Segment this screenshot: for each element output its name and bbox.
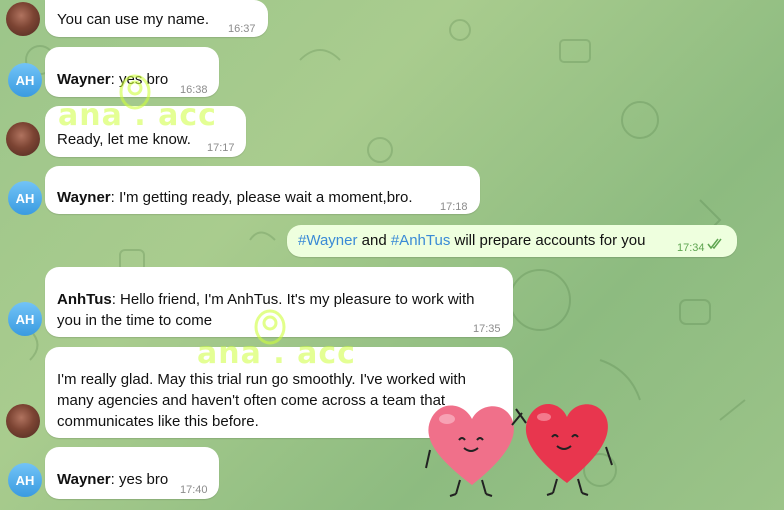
avatar-photo[interactable] <box>6 2 40 36</box>
message-text: : yes bro <box>110 471 169 488</box>
message-time: 17:35 <box>473 323 501 335</box>
message-time: 17:40 <box>180 484 208 496</box>
message-time: 17:18 <box>440 201 468 213</box>
message-time: 16:37 <box>228 23 256 35</box>
message-text: : I'm getting ready, please wait a momen… <box>110 189 413 206</box>
message-text: will prepare accounts for you <box>450 232 646 249</box>
message-text: communicates like this before. <box>57 413 259 430</box>
watermark-text: ana . acc <box>197 336 356 371</box>
message-line: Wayner: yes bro <box>57 469 168 491</box>
outgoing-message-bubble: #Wayner and #AnhTus will prepare account… <box>287 225 737 257</box>
sender-name[interactable]: Wayner <box>57 189 111 206</box>
double-check-icon <box>707 238 722 250</box>
message-text: I'm really glad. May this trial run go s… <box>57 371 466 388</box>
message-time: 17:17 <box>207 142 235 154</box>
hearts-sticker[interactable] <box>422 395 622 505</box>
sender-name[interactable]: Wayner <box>57 71 111 88</box>
message-time: 17:34 <box>677 242 705 254</box>
sender-name[interactable]: Wayner <box>57 471 111 488</box>
sender-name[interactable]: AnhTus <box>57 291 112 308</box>
avatar-ah[interactable]: AH <box>8 181 42 215</box>
message-bubble: You can use my name. 16:37 <box>45 0 268 37</box>
message-text: you in the time to come <box>57 312 213 329</box>
message-text: You can use my name. <box>57 11 210 28</box>
avatar-photo[interactable] <box>6 404 40 438</box>
hashtag-link[interactable]: #AnhTus <box>391 232 450 249</box>
avatar-ah[interactable]: AH <box>8 302 42 336</box>
message-text: many agencies and haven't often come acr… <box>57 392 446 409</box>
avatar-photo[interactable] <box>6 122 40 156</box>
message-bubble: Wayner: yes bro 17:40 <box>45 447 219 499</box>
watermark-text: ana . acc <box>58 98 217 133</box>
hashtag-link[interactable]: #Wayner <box>298 232 357 249</box>
avatar-ah[interactable]: AH <box>8 63 42 97</box>
avatar-ah[interactable]: AH <box>8 463 42 497</box>
message-bubble: Wayner: I'm getting ready, please wait a… <box>45 166 480 214</box>
message-line: #Wayner and #AnhTus will prepare account… <box>298 230 645 252</box>
message-text: : Hello friend, I'm AnhTus. It's my plea… <box>111 291 475 308</box>
message-line: Wayner: I'm getting ready, please wait a… <box>57 187 413 209</box>
message-text: and <box>357 232 391 249</box>
